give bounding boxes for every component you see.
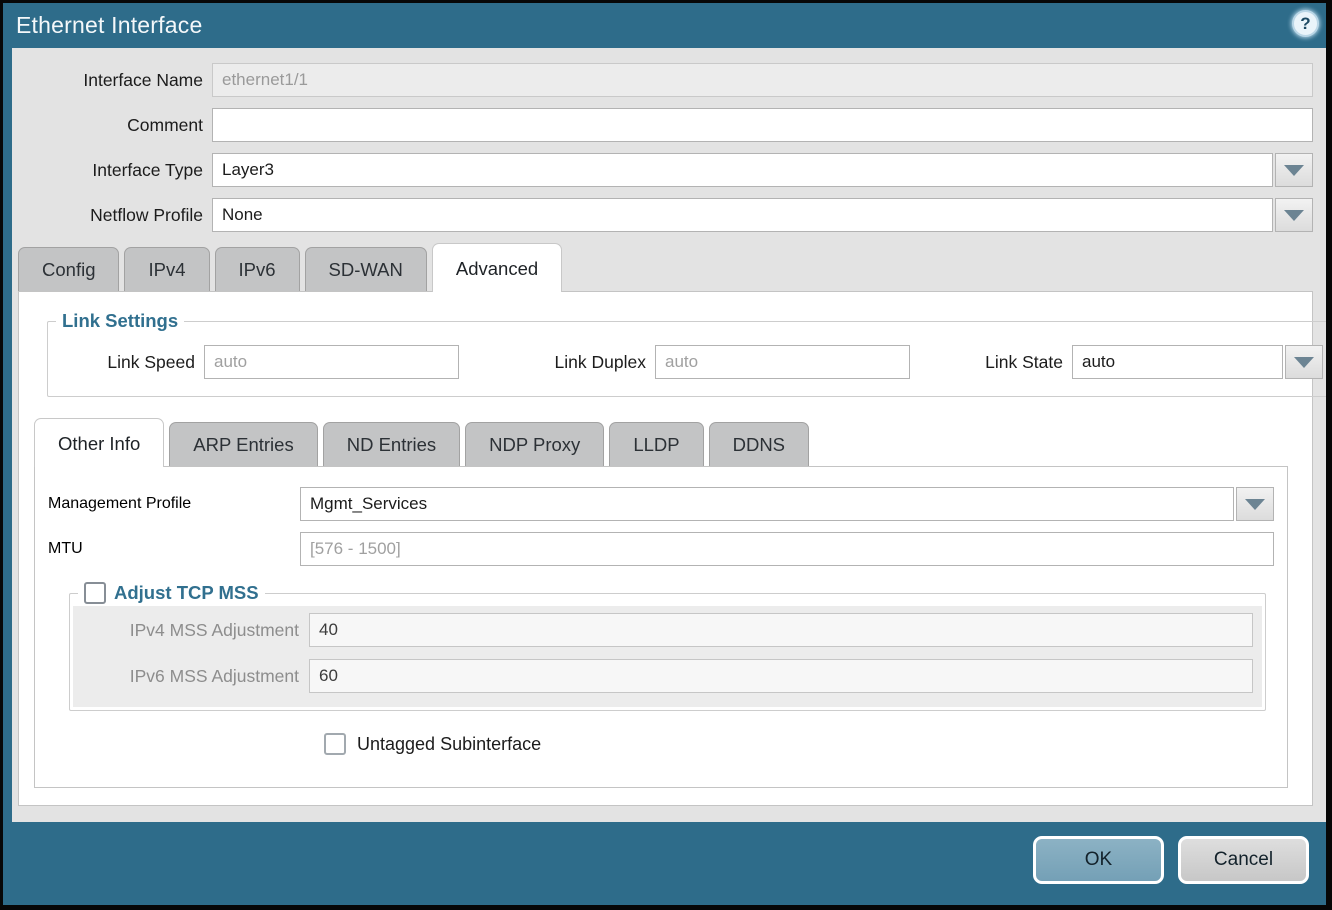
- link-duplex-label: Link Duplex: [503, 352, 655, 373]
- interface-type-label: Interface Type: [12, 160, 212, 181]
- untagged-subinterface-label: Untagged Subinterface: [357, 734, 541, 755]
- comment-row: Comment: [12, 108, 1313, 142]
- management-profile-label: Management Profile: [48, 495, 300, 513]
- adjust-tcp-mss-fieldset: Adjust TCP MSS IPv4 MSS Adjustment IPv6 …: [69, 582, 1266, 711]
- adjust-tcp-mss-legend-text: Adjust TCP MSS: [114, 582, 259, 604]
- ipv4-mss-row: IPv4 MSS Adjustment: [79, 613, 1253, 647]
- tab-lldp[interactable]: LLDP: [609, 422, 703, 466]
- interface-name-field: [212, 63, 1313, 97]
- netflow-profile-value[interactable]: [212, 198, 1273, 232]
- tab-nd-entries[interactable]: ND Entries: [323, 422, 460, 466]
- dialog-titlebar: Ethernet Interface ?: [3, 3, 1326, 48]
- tab-arp-entries[interactable]: ARP Entries: [169, 422, 317, 466]
- chevron-down-icon: [1284, 165, 1304, 176]
- mtu-row: MTU: [48, 532, 1274, 566]
- chevron-down-icon: [1284, 210, 1304, 221]
- footer-button-group: OK Cancel: [1033, 836, 1309, 884]
- comment-field[interactable]: [212, 108, 1313, 142]
- link-state-label: Link State: [972, 352, 1072, 373]
- link-settings-row: Link Speed Link Duplex Link State: [48, 332, 1326, 396]
- mss-disabled-area: IPv4 MSS Adjustment IPv6 MSS Adjustment: [73, 606, 1262, 707]
- advanced-tab-panel: Link Settings Link Speed Link Duplex Lin…: [18, 291, 1313, 806]
- link-speed-label: Link Speed: [56, 352, 204, 373]
- help-icon[interactable]: ?: [1292, 10, 1319, 37]
- link-duplex-field[interactable]: [655, 345, 910, 379]
- tab-ipv6[interactable]: IPv6: [215, 247, 300, 291]
- link-settings-fieldset: Link Settings Link Speed Link Duplex Lin…: [47, 310, 1326, 397]
- ipv6-mss-field: [309, 659, 1253, 693]
- other-info-panel: Management Profile MTU: [34, 466, 1288, 788]
- tab-ddns[interactable]: DDNS: [709, 422, 809, 466]
- netflow-profile-row: Netflow Profile: [12, 198, 1313, 232]
- interface-type-row: Interface Type: [12, 153, 1313, 187]
- tab-other-info[interactable]: Other Info: [34, 418, 164, 467]
- tab-config[interactable]: Config: [18, 247, 119, 291]
- ipv6-mss-row: IPv6 MSS Adjustment: [79, 659, 1253, 693]
- chevron-down-icon: [1245, 499, 1265, 510]
- management-profile-dropdown-button[interactable]: [1236, 487, 1274, 521]
- interface-type-dropdown-button[interactable]: [1275, 153, 1313, 187]
- mtu-label: MTU: [48, 540, 300, 558]
- ipv4-mss-field: [309, 613, 1253, 647]
- management-profile-value[interactable]: [300, 487, 1234, 521]
- ethernet-interface-dialog: Ethernet Interface ? Interface Name Comm…: [0, 0, 1332, 910]
- netflow-profile-dropdown-button[interactable]: [1275, 198, 1313, 232]
- untagged-subinterface-row: Untagged Subinterface: [324, 733, 1274, 755]
- chevron-down-icon: [1294, 357, 1314, 368]
- interface-type-dropdown[interactable]: [212, 153, 1313, 187]
- dialog-body: Interface Name Comment Interface Type Ne…: [12, 48, 1326, 822]
- mtu-field[interactable]: [300, 532, 1274, 566]
- adjust-tcp-mss-checkbox[interactable]: [84, 582, 106, 604]
- main-tab-bar: Config IPv4 IPv6 SD-WAN Advanced: [12, 243, 1326, 291]
- dialog-title: Ethernet Interface: [3, 12, 202, 39]
- adjust-tcp-mss-legend: Adjust TCP MSS: [78, 582, 265, 604]
- tab-ndp-proxy[interactable]: NDP Proxy: [465, 422, 604, 466]
- interface-name-row: Interface Name: [12, 63, 1313, 97]
- netflow-profile-label: Netflow Profile: [12, 205, 212, 226]
- tab-advanced[interactable]: Advanced: [432, 243, 562, 292]
- link-state-dropdown[interactable]: [1072, 345, 1323, 379]
- ipv6-mss-label: IPv6 MSS Adjustment: [79, 666, 309, 687]
- link-state-dropdown-button[interactable]: [1285, 345, 1323, 379]
- tab-ipv4[interactable]: IPv4: [124, 247, 209, 291]
- comment-label: Comment: [12, 115, 212, 136]
- ipv4-mss-label: IPv4 MSS Adjustment: [79, 620, 309, 641]
- interface-name-label: Interface Name: [12, 70, 212, 91]
- tab-sd-wan[interactable]: SD-WAN: [305, 247, 427, 291]
- sub-tab-bar: Other Info ARP Entries ND Entries NDP Pr…: [33, 418, 1298, 466]
- interface-type-value[interactable]: [212, 153, 1273, 187]
- link-state-value[interactable]: [1072, 345, 1283, 379]
- cancel-button[interactable]: Cancel: [1178, 836, 1309, 884]
- management-profile-dropdown[interactable]: [300, 487, 1274, 521]
- untagged-subinterface-checkbox[interactable]: [324, 733, 346, 755]
- netflow-profile-dropdown[interactable]: [212, 198, 1313, 232]
- link-settings-legend: Link Settings: [56, 310, 184, 332]
- management-profile-row: Management Profile: [48, 487, 1274, 521]
- ok-button[interactable]: OK: [1033, 836, 1164, 884]
- dialog-footer: OK Cancel: [3, 822, 1326, 905]
- link-speed-field[interactable]: [204, 345, 459, 379]
